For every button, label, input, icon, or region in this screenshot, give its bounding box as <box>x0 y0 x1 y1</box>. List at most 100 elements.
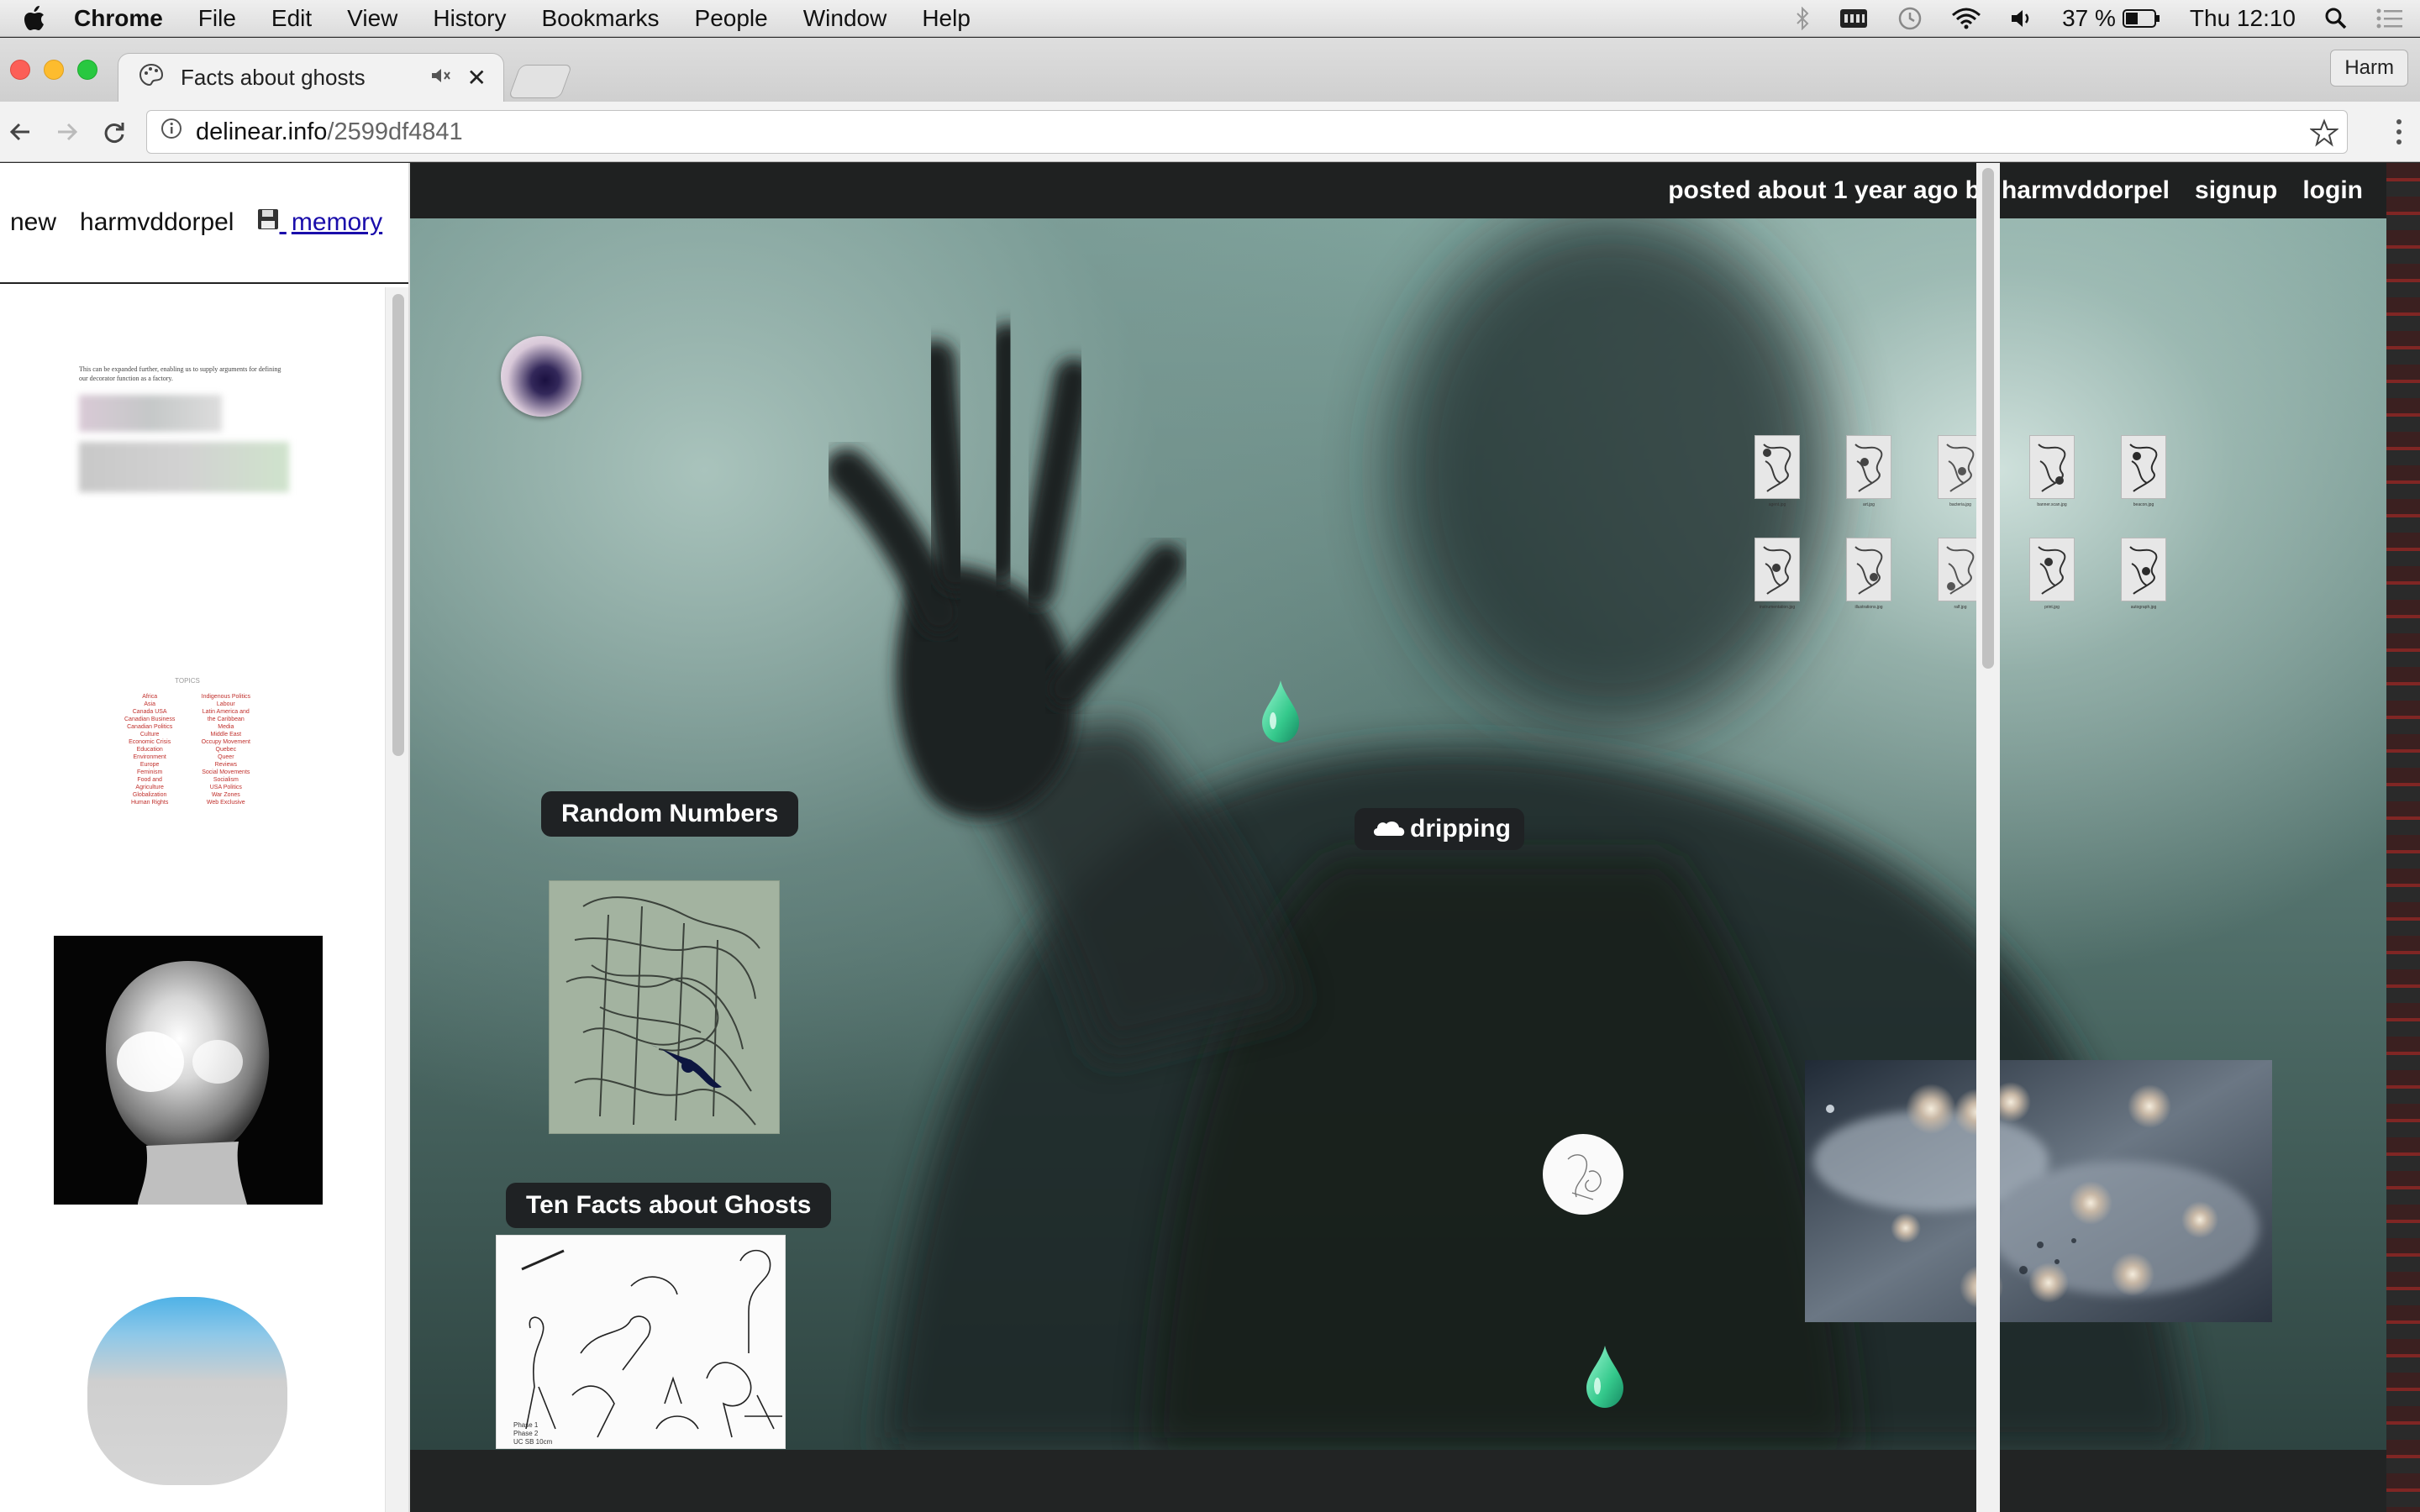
topic-link: Middle East <box>210 732 242 738</box>
nav-user-link[interactable]: harmvddorpel <box>80 208 234 237</box>
menu-window[interactable]: Window <box>803 5 887 32</box>
topic-link: Human Rights <box>130 800 169 806</box>
ten-facts-about-ghosts-label[interactable]: Ten Facts about Ghosts <box>506 1183 832 1228</box>
bookmark-star-icon[interactable] <box>2309 118 2339 154</box>
menu-help[interactable]: Help <box>922 5 971 32</box>
tab-title: Facts about ghosts <box>181 65 366 90</box>
post-top-bar: posted about 1 year ago by harmvddorpel … <box>410 163 2386 218</box>
gallery-caption: print.jpg <box>2044 605 2060 610</box>
tab-audio-icon[interactable] <box>430 65 452 91</box>
topic-link: Indigenous Politics <box>201 694 250 700</box>
gallery-drawing[interactable] <box>2121 538 2166 601</box>
menu-file[interactable]: File <box>198 5 236 32</box>
minimize-window-button[interactable] <box>44 60 64 80</box>
info-icon[interactable] <box>160 118 182 146</box>
topic-link: War Zones <box>211 792 240 798</box>
post-byline[interactable]: posted about 1 year ago by harmvddorpel <box>1668 176 2170 205</box>
gallery-drawing[interactable] <box>2029 435 2075 499</box>
sidebar-nav: new harmvddorpel memory <box>0 163 410 284</box>
mold-spores-image[interactable] <box>1805 1060 2272 1322</box>
memory-thumbnail-topics[interactable]: TOPICS Africa Asia Canada USA Canadian Busi… <box>124 677 250 811</box>
tab-strip: Facts about ghosts ✕ Harm <box>0 38 2420 102</box>
maximize-window-button[interactable] <box>77 60 97 80</box>
topic-link: Media <box>218 724 234 730</box>
menu-bookmarks[interactable]: Bookmarks <box>541 5 659 32</box>
sidebar-scrollbar[interactable] <box>385 287 410 1512</box>
gallery-caption: instrumentation.jpg <box>1759 605 1796 610</box>
left-sidebar: new harmvddorpel memory This can be expa… <box>0 163 410 1512</box>
apple-icon[interactable] <box>24 5 74 31</box>
topic-link: Environment <box>133 754 166 760</box>
new-tab-button[interactable] <box>508 65 573 98</box>
bluetooth-icon[interactable] <box>1795 7 1810 30</box>
ghost-background-canvas[interactable]: agent.jpg art.jpg bacteria.jpg banner.scan.… <box>410 218 2386 1450</box>
menu-app-chrome[interactable]: Chrome <box>74 5 163 32</box>
purple-orb-thumbnail[interactable] <box>501 336 581 417</box>
topic-link: Reviews <box>214 762 238 768</box>
tab-facts-about-ghosts[interactable]: Facts about ghosts ✕ <box>118 53 504 102</box>
topic-link: Asia <box>144 701 155 707</box>
nav-memory-link[interactable]: memory <box>257 208 382 237</box>
topic-link: Canadian Business <box>124 717 176 722</box>
menu-people[interactable]: People <box>695 5 768 32</box>
post-bottom-bar <box>410 1450 2386 1512</box>
random-numbers-label[interactable]: Random Numbers <box>541 791 799 837</box>
memory-status-icon[interactable] <box>1839 8 1869 29</box>
gallery-drawing[interactable] <box>1754 435 1800 499</box>
green-drop-icon[interactable] <box>1259 679 1302 748</box>
topic-link: Globalization <box>132 792 167 798</box>
memory-thumbnail-document[interactable]: This can be expanded further, enabling u… <box>79 365 289 507</box>
dripping-soundcloud-label[interactable]: dripping <box>1355 808 1524 850</box>
gallery-drawing[interactable] <box>1846 538 1891 601</box>
page-scrollbar-thumb[interactable] <box>1982 168 1994 669</box>
gallery-drawing[interactable] <box>1846 435 1891 499</box>
spotlight-search-icon[interactable] <box>2324 7 2348 30</box>
topic-link: Food and <box>137 777 162 783</box>
topic-link: Canada USA <box>132 709 167 715</box>
doodle-circle-thumbnail[interactable] <box>1543 1134 1623 1215</box>
battery-percent[interactable]: 37 % <box>2062 5 2116 32</box>
gallery-drawing[interactable] <box>1754 538 1800 601</box>
sidebar-scrollbar-thumb[interactable] <box>392 294 404 756</box>
menu-view[interactable]: View <box>347 5 397 32</box>
memory-thumbnail-glowing-head[interactable] <box>54 936 323 1205</box>
back-arrow-icon[interactable] <box>3 115 37 149</box>
green-drop-icon[interactable] <box>1583 1344 1627 1414</box>
close-window-button[interactable] <box>10 60 30 80</box>
time-machine-icon[interactable] <box>1897 6 1923 31</box>
forward-arrow-icon[interactable] <box>50 115 84 149</box>
chrome-menu-icon[interactable] <box>2395 117 2403 151</box>
random-numbers-sketch[interactable] <box>549 880 780 1134</box>
topics-header: TOPICS <box>175 677 200 685</box>
login-link[interactable]: login <box>2302 176 2363 205</box>
gallery-drawing[interactable] <box>2029 538 2075 601</box>
notification-center-icon[interactable] <box>2376 8 2403 29</box>
menu-edit[interactable]: Edit <box>271 5 312 32</box>
clock[interactable]: Thu 12:10 <box>2190 5 2296 32</box>
reload-icon[interactable] <box>97 115 131 149</box>
floppy-disk-icon <box>257 208 286 236</box>
ten-facts-sketch[interactable]: Phase 1 Phase 2 UC SB 10cm <box>496 1235 786 1449</box>
nav-new-link[interactable]: new <box>10 208 56 237</box>
memory-label: memory <box>291 208 383 236</box>
gallery-drawing[interactable] <box>2121 435 2166 499</box>
battery-icon[interactable] <box>2122 8 2161 29</box>
tab-close-icon[interactable]: ✕ <box>467 64 487 92</box>
signup-link[interactable]: signup <box>2195 176 2277 205</box>
macos-menubar: Chrome File Edit View History Bookmarks … <box>0 0 2420 37</box>
thumbnail-doc-text: This can be expanded further, enabling u… <box>79 365 281 382</box>
gallery-caption: agent.jpg <box>1768 502 1786 507</box>
memory-thumbnail-gradient-shape[interactable] <box>87 1297 287 1485</box>
topic-link: Queer <box>218 754 234 760</box>
volume-icon[interactable] <box>2010 8 2033 29</box>
topic-link: Quebec <box>215 747 237 753</box>
wifi-icon[interactable] <box>1951 7 1981 30</box>
address-bar[interactable]: delinear.info/2599df4841 <box>146 110 2348 154</box>
main-post-area: posted about 1 year ago by harmvddorpel … <box>410 163 2386 1512</box>
menu-history[interactable]: History <box>433 5 506 32</box>
topic-link: Feminism <box>136 769 163 775</box>
topic-link: Agriculture <box>135 785 164 790</box>
page-scrollbar[interactable] <box>1976 163 2000 1512</box>
profile-button[interactable]: Harm <box>2330 50 2408 87</box>
topic-link: Social Movements <box>202 769 250 775</box>
